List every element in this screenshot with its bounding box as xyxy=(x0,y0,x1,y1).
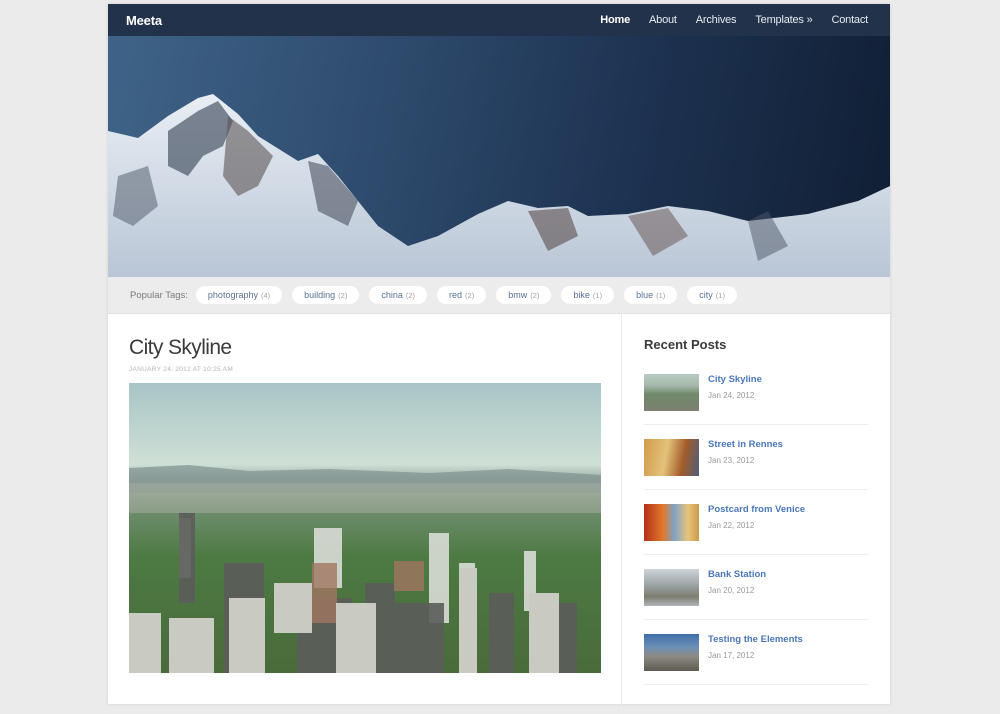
tag-name: bmw xyxy=(508,290,528,300)
nav-home[interactable]: Home xyxy=(600,14,630,26)
recent-post-title[interactable]: Bank Station xyxy=(708,569,766,580)
tag-china[interactable]: china (2) xyxy=(369,286,428,304)
nav-templates[interactable]: Templates » xyxy=(755,14,812,26)
recent-post-date: Jan 22, 2012 xyxy=(708,521,755,530)
recent-post-date: Jan 17, 2012 xyxy=(708,651,755,660)
sidebar: Recent Posts City Skyline Jan 24, 2012 S… xyxy=(622,314,890,714)
recent-post-title[interactable]: City Skyline xyxy=(708,374,762,385)
tag-building[interactable]: building (2) xyxy=(292,286,360,304)
recent-post-title[interactable]: Street in Rennes xyxy=(708,439,783,450)
tag-photography[interactable]: photography (4) xyxy=(195,286,283,304)
recent-post-date: Jan 23, 2012 xyxy=(708,456,755,465)
post-thumbnail[interactable] xyxy=(644,374,699,411)
tag-name: building xyxy=(304,290,336,300)
tag-name: china xyxy=(381,290,403,300)
post-thumbnail[interactable] xyxy=(644,569,699,606)
tag-count: (2) xyxy=(338,291,348,300)
tag-count: (1) xyxy=(715,291,725,300)
main-nav: Home About Archives Templates » Contact xyxy=(581,14,868,26)
tag-name: bike xyxy=(573,290,590,300)
recent-post-date: Jan 24, 2012 xyxy=(708,391,755,400)
tag-name: red xyxy=(449,290,463,300)
tag-name: blue xyxy=(636,290,654,300)
post-featured-image[interactable] xyxy=(129,383,601,673)
tag-count: (2) xyxy=(465,291,475,300)
site-logo[interactable]: Meeta xyxy=(126,13,162,28)
nav-contact[interactable]: Contact xyxy=(831,14,868,26)
post-thumbnail[interactable] xyxy=(644,634,699,671)
recent-post-title[interactable]: Postcard from Venice xyxy=(708,504,805,515)
post-thumbnail[interactable] xyxy=(644,439,699,476)
tag-bmw[interactable]: bmw (2) xyxy=(496,286,552,304)
recent-post-item: City Skyline Jan 24, 2012 xyxy=(644,374,868,425)
recent-post-item: Street in Rennes Jan 23, 2012 xyxy=(644,439,868,490)
main-column: City Skyline JANUARY 24, 2012 AT 10:25 A… xyxy=(108,314,622,714)
tag-count: (2) xyxy=(405,291,416,300)
tag-city[interactable]: city (1) xyxy=(687,286,737,304)
city-skyline-illustration xyxy=(129,465,601,673)
mountain-illustration xyxy=(108,94,890,277)
popular-tags-label: Popular Tags: xyxy=(130,289,188,301)
top-navigation-bar: Meeta Home About Archives Templates » Co… xyxy=(108,4,890,36)
tag-blue[interactable]: blue (1) xyxy=(624,286,678,304)
popular-tags-bar: Popular Tags: photography (4) building (2)… xyxy=(108,277,890,314)
tag-red[interactable]: red (2) xyxy=(437,286,487,304)
recent-posts-heading: Recent Posts xyxy=(644,337,727,352)
recent-post-item: Postcard from Venice Jan 22, 2012 xyxy=(644,504,868,555)
recent-post-title[interactable]: Testing the Elements xyxy=(708,634,803,645)
tag-count: (4) xyxy=(260,291,271,300)
post-thumbnail[interactable] xyxy=(644,504,699,541)
recent-post-date: Jan 20, 2012 xyxy=(708,586,755,595)
tag-count: (1) xyxy=(592,291,603,300)
tag-count: (2) xyxy=(530,291,540,300)
tag-name: city xyxy=(699,290,713,300)
recent-post-item: Testing the Elements Jan 17, 2012 xyxy=(644,634,868,685)
content-area: City Skyline JANUARY 24, 2012 AT 10:25 A… xyxy=(108,314,890,714)
page-container: Meeta Home About Archives Templates » Co… xyxy=(108,4,890,714)
tag-count: (1) xyxy=(656,291,666,300)
tag-bike[interactable]: bike (1) xyxy=(561,286,615,304)
nav-about[interactable]: About xyxy=(649,14,677,26)
tag-name: photography xyxy=(207,290,258,300)
hero-image xyxy=(108,36,890,277)
post-title[interactable]: City Skyline xyxy=(129,336,621,360)
nav-archives[interactable]: Archives xyxy=(696,14,737,26)
post-date: JANUARY 24, 2012 AT 10:25 AM xyxy=(129,366,234,373)
recent-post-item: Bank Station Jan 20, 2012 xyxy=(644,569,868,620)
